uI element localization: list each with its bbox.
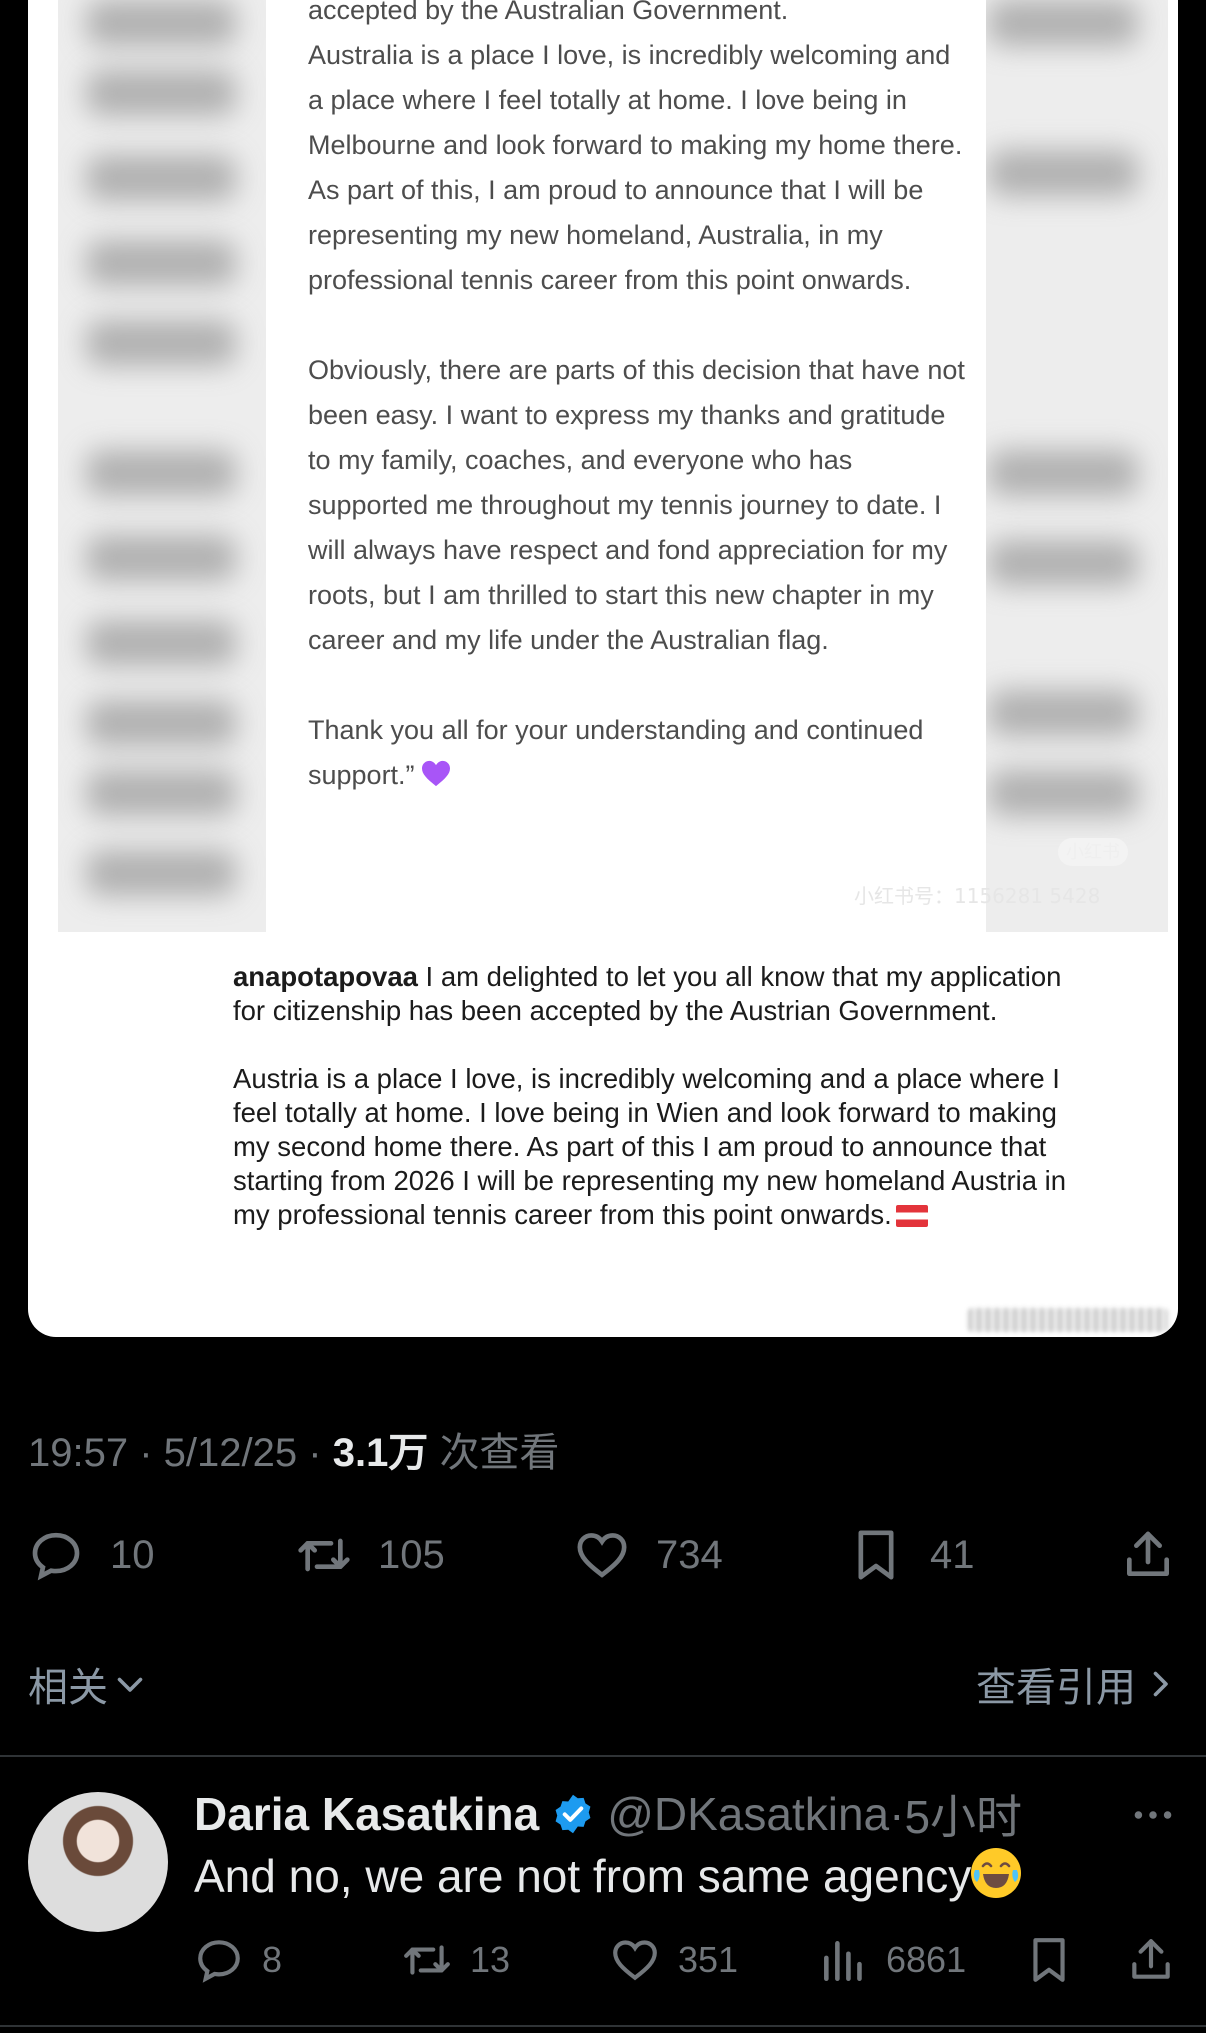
divider: [0, 1755, 1206, 1757]
separator: ·: [889, 1788, 905, 1840]
retweet-button[interactable]: 105: [296, 1515, 445, 1595]
view-count[interactable]: 3.1万: [333, 1431, 429, 1475]
reply-icon: [32, 1532, 80, 1581]
reply-action-bar: 8 13 351 6861: [0, 1930, 1206, 1990]
reply-time: 5小时: [904, 1791, 1023, 1843]
austria-flag-icon: [895, 1205, 928, 1227]
embedded-image[interactable]: accepted by the Australian Government. A…: [28, 0, 1178, 1337]
chevron-down-icon: [117, 1677, 143, 1692]
retweet-count: 105: [378, 1532, 445, 1577]
statement-paragraph-1: accepted by the Australian Government. A…: [308, 0, 963, 295]
like-button[interactable]: 734: [574, 1515, 723, 1595]
watermark-id: 小红书号：1156281 5428: [854, 884, 1101, 908]
related-label: 相关: [28, 1666, 108, 1710]
view-quotes-label: 查看引用: [976, 1666, 1136, 1710]
statement-note: accepted by the Australian Government. A…: [266, 0, 986, 935]
reply-bookmark-button[interactable]: [1024, 1930, 1092, 1990]
reply-retweet-button[interactable]: 13: [402, 1930, 510, 1990]
reply-icon: [198, 1940, 240, 1983]
retweet-icon: [298, 1538, 350, 1572]
reply-view-count: 6861: [886, 1939, 967, 1980]
retweet-icon: [404, 1945, 450, 1975]
bookmark-button[interactable]: 41: [848, 1515, 975, 1595]
laughing-emoji-icon: [971, 1848, 1022, 1898]
caption-paragraph-1: anapotapovaa I am delighted to let you a…: [233, 960, 1093, 1028]
reply-share-button[interactable]: [1126, 1930, 1194, 1990]
chevron-right-icon: [1153, 1671, 1168, 1697]
statement-paragraph-3-text: Thank you all for your understanding and…: [308, 715, 924, 790]
statement-paragraph-3: Thank you all for your understanding and…: [308, 708, 968, 798]
view-label: 次查看: [439, 1431, 560, 1475]
reply-like-button[interactable]: 351: [610, 1930, 738, 1990]
like-icon: [613, 1940, 657, 1981]
statement-paragraph-2: Obviously, there are parts of this decis…: [308, 355, 965, 655]
reply-reply-count: 8: [262, 1939, 283, 1980]
statement-text: accepted by the Australian Government. A…: [308, 0, 968, 798]
reply-author-handle[interactable]: @DKasatkina: [607, 1787, 889, 1841]
reply-button[interactable]: 10: [28, 1515, 155, 1595]
bookmark-count: 41: [930, 1532, 975, 1577]
more-icon[interactable]: [1128, 1790, 1178, 1840]
separator: ·: [308, 1431, 333, 1475]
like-count: 734: [656, 1532, 723, 1577]
reply-retweet-count: 13: [470, 1939, 511, 1980]
watermark-badge: 小红书: [1058, 838, 1128, 866]
reply-body: And no, we are not from same agency: [194, 1850, 972, 1902]
views-icon: [824, 1941, 862, 1982]
like-icon: [577, 1533, 627, 1578]
caption-paragraph-2: Austria is a place I love, is incredibly…: [233, 1062, 1093, 1232]
bookmark-icon: [1033, 1938, 1065, 1982]
share-icon: [1127, 1531, 1169, 1576]
reply-like-count: 351: [678, 1939, 739, 1980]
avatar[interactable]: [28, 1792, 168, 1932]
share-button[interactable]: [1120, 1515, 1176, 1595]
separator: ·: [139, 1431, 164, 1475]
divider: [0, 2025, 1206, 2027]
reply-views-button[interactable]: 6861: [818, 1930, 966, 1990]
tweet-time: 19:57: [28, 1431, 129, 1475]
purple-heart-icon: [421, 760, 450, 787]
verified-badge-icon: [555, 1794, 591, 1834]
view-quotes-link[interactable]: 查看引用: [976, 1655, 1178, 1713]
reply-text: And no, we are not from same agency: [194, 1848, 1022, 1903]
scribble-mark: [968, 1308, 1168, 1332]
instagram-caption: anapotapovaa I am delighted to let you a…: [233, 960, 1093, 1232]
caption-text-2: Austria is a place I love, is incredibly…: [233, 1063, 1067, 1230]
reply-reply-button[interactable]: 8: [194, 1930, 282, 1990]
tweet-date: 5/12/25: [163, 1431, 298, 1475]
tweet-action-bar: 10 105 734 41: [0, 1515, 1206, 1595]
related-toggle[interactable]: 相关: [28, 1655, 148, 1713]
reply-count: 10: [110, 1532, 155, 1577]
reply-author-name[interactable]: Daria Kasatkina: [194, 1787, 539, 1841]
tweet-meta: 19:57 · 5/12/25 · 3.1万 次查看: [28, 1420, 559, 1478]
caption-username: anapotapovaa: [233, 961, 418, 992]
share-icon: [1132, 1939, 1170, 1979]
reply-header: Daria Kasatkina @DKasatkina · 5小时: [194, 1782, 1022, 1846]
bookmark-icon: [858, 1530, 894, 1580]
